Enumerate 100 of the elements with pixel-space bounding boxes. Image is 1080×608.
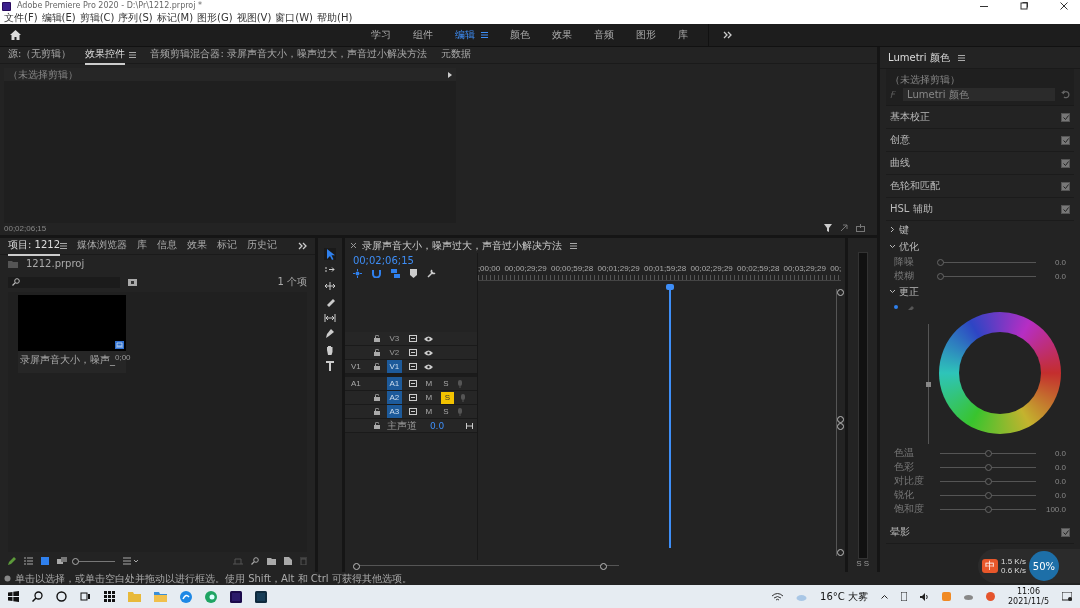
panel-tab[interactable]: 媒体浏览器 xyxy=(77,236,127,256)
menu-item[interactable]: 文件(F) xyxy=(4,12,38,24)
volume-icon[interactable] xyxy=(919,592,929,601)
menu-icon[interactable] xyxy=(481,31,488,39)
menu-item[interactable]: 标记(M) xyxy=(156,12,194,24)
reset-icon[interactable] xyxy=(1061,90,1070,99)
chevron-down-icon[interactable] xyxy=(890,289,895,294)
checkbox[interactable] xyxy=(1061,112,1070,122)
sequence-tab[interactable]: 录屏声音大小，噪声过大，声音过小解决方法 xyxy=(361,238,562,253)
mute-button[interactable]: M xyxy=(423,393,434,402)
slider-thumb[interactable] xyxy=(985,491,992,499)
solo-button[interactable]: S xyxy=(440,379,451,388)
scroll-handle[interactable] xyxy=(836,549,844,556)
filter-icon[interactable] xyxy=(824,224,832,232)
slider-value[interactable]: 0.0 xyxy=(1042,462,1066,472)
slider-value[interactable]: 0.0 xyxy=(1042,448,1066,458)
type-tool-icon[interactable] xyxy=(324,360,336,372)
slider-thumb[interactable] xyxy=(937,258,944,266)
menu-icon[interactable] xyxy=(129,51,137,59)
chevron-icon[interactable] xyxy=(298,242,308,250)
source-patch[interactable]: A1 xyxy=(351,379,361,388)
lock-icon[interactable] xyxy=(373,408,380,415)
marker-icon[interactable] xyxy=(409,269,417,278)
new-bin-icon[interactable] xyxy=(128,278,137,286)
panel-tab[interactable]: 效果控件 xyxy=(85,45,126,65)
linked-selection-icon[interactable] xyxy=(390,269,400,278)
export-icon[interactable] xyxy=(840,224,848,232)
panel-tab[interactable]: 项目: 1212 xyxy=(8,236,60,256)
notification-icon[interactable] xyxy=(1062,592,1072,601)
input-method-badge[interactable]: 中 xyxy=(982,559,998,573)
section-title[interactable]: 曲线 xyxy=(890,156,910,170)
slider-thumb[interactable] xyxy=(937,272,944,280)
timecode[interactable]: 00;02;06;15 xyxy=(352,255,469,266)
source-patch[interactable]: V1 xyxy=(351,362,361,371)
video-app-icon[interactable] xyxy=(230,590,242,603)
ripple-edit-icon[interactable] xyxy=(324,280,336,292)
sync-lock-icon[interactable] xyxy=(408,335,417,342)
start-icon[interactable] xyxy=(8,591,19,602)
menu-icon[interactable] xyxy=(569,241,577,250)
lock-icon[interactable] xyxy=(373,363,380,370)
status-icon[interactable] xyxy=(4,575,11,582)
section-title[interactable]: 创意 xyxy=(890,133,910,147)
effect-dropdown[interactable]: Lumetri 颜色 xyxy=(903,88,1055,101)
panel-tab[interactable]: 库 xyxy=(137,236,147,256)
wrench-icon[interactable] xyxy=(426,269,436,278)
sort-icon[interactable] xyxy=(123,557,139,565)
close-icon[interactable] xyxy=(1060,2,1068,10)
menu-item[interactable]: 窗口(W) xyxy=(275,12,313,24)
track-target[interactable]: V1 xyxy=(386,360,402,373)
eye-icon[interactable] xyxy=(423,335,433,342)
checkbox[interactable] xyxy=(1061,158,1070,168)
sync-lock-icon[interactable] xyxy=(408,349,417,356)
export-frame-icon[interactable] xyxy=(856,224,865,232)
swirl-icon[interactable] xyxy=(180,590,192,603)
panel-tab[interactable]: 音频剪辑混合器: 录屏声音大小，噪声过大，声音过小解决方法 xyxy=(150,45,427,65)
group-header[interactable]: 键 xyxy=(886,221,1074,238)
checkbox[interactable] xyxy=(1061,181,1070,191)
workspace-tab[interactable]: 效果 xyxy=(552,28,572,42)
slider-value[interactable]: 0.0 xyxy=(1042,257,1066,267)
task-view-icon[interactable] xyxy=(80,591,91,602)
panel-tab[interactable]: Lumetri 颜色 xyxy=(888,50,950,65)
menu-item[interactable]: 图形(G) xyxy=(197,12,233,24)
slider-value[interactable]: 0.0 xyxy=(1042,490,1066,500)
chevron-down-icon[interactable] xyxy=(890,244,895,249)
lock-icon[interactable] xyxy=(373,422,380,429)
workspace-tab[interactable]: 编辑 xyxy=(455,28,475,42)
list-view-icon[interactable] xyxy=(24,557,33,565)
workspace-tab[interactable]: 组件 xyxy=(413,28,433,42)
menu-icon[interactable] xyxy=(957,53,965,62)
slider-thumb[interactable] xyxy=(926,382,931,387)
chevron-right-icon[interactable] xyxy=(890,227,895,232)
checkbox[interactable] xyxy=(1061,204,1070,214)
audio-app-icon[interactable] xyxy=(255,590,267,603)
panel-tab[interactable]: 效果 xyxy=(187,236,207,256)
solo-button[interactable]: S xyxy=(440,407,451,416)
track-target[interactable]: A3 xyxy=(386,405,402,418)
workspace-tab[interactable]: 学习 xyxy=(371,28,391,42)
mute-button[interactable]: M xyxy=(423,379,434,388)
search-icon[interactable] xyxy=(32,591,43,602)
track-target[interactable]: A1 xyxy=(386,377,402,390)
workspace-tab[interactable]: 图形 xyxy=(636,28,656,42)
lock-icon[interactable] xyxy=(373,349,380,356)
sync-lock-icon[interactable] xyxy=(408,363,417,370)
hand-icon[interactable] xyxy=(324,344,336,356)
slider-thumb[interactable] xyxy=(985,449,992,457)
workspace-tab[interactable]: 库 xyxy=(678,28,688,42)
play-triangle-icon[interactable] xyxy=(448,71,452,78)
app-grid-icon[interactable] xyxy=(104,591,115,602)
sync-lock-icon[interactable] xyxy=(408,394,417,401)
app-logo-icon[interactable] xyxy=(2,1,11,11)
mute-button[interactable]: M xyxy=(423,407,434,416)
menu-icon[interactable] xyxy=(60,242,67,250)
search-field[interactable] xyxy=(8,276,120,288)
slider-thumb[interactable] xyxy=(72,557,79,565)
tray-app-icon[interactable] xyxy=(985,592,995,601)
checkbox[interactable] xyxy=(1061,527,1070,537)
solo-button[interactable]: S xyxy=(856,559,862,568)
track-target[interactable]: V2 xyxy=(386,346,402,359)
panel-tab[interactable]: 历史记 xyxy=(247,236,277,256)
pen-icon[interactable] xyxy=(324,328,336,340)
